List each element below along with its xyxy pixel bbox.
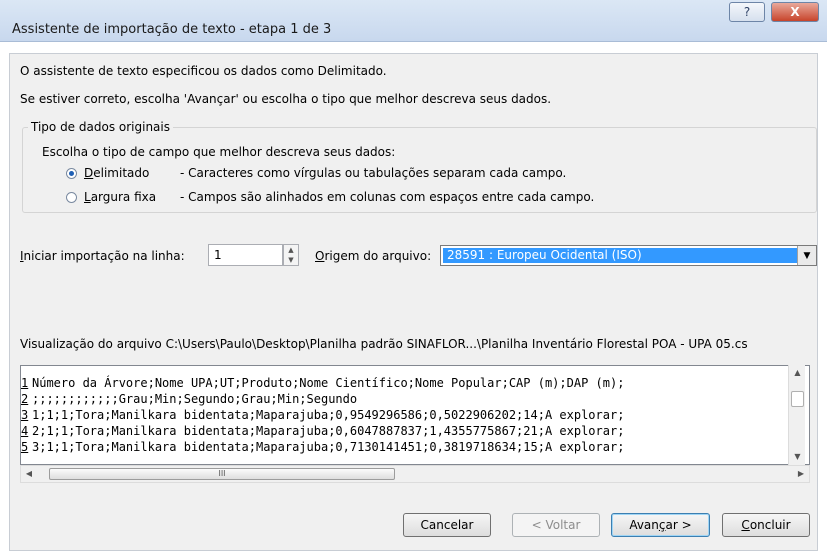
start-row-input[interactable]: 1	[208, 244, 283, 266]
preview-line: 2 ;;;;;;;;;;;;Grau;Min;Segundo;Grau;Min;S…	[21, 391, 357, 407]
preview-line-number: 5	[21, 440, 29, 454]
close-icon: X	[790, 5, 800, 19]
scroll-up-icon[interactable]: ▲	[789, 365, 806, 381]
preview-line: 1 Número da Árvore;Nome UPA;UT;Produto;No…	[21, 375, 624, 391]
start-row-spinner[interactable]: ▲ ▼	[283, 244, 299, 266]
intro-line-1: O assistente de texto especificou os dad…	[20, 64, 387, 78]
preview-line: 5 3;1;1;Tora;Manilkara bidentata;Maparaju…	[21, 439, 624, 455]
file-origin-dropdown-button[interactable]: ▼	[797, 246, 816, 265]
spinner-down-icon[interactable]: ▼	[284, 255, 298, 265]
preview-line-number: 3	[21, 408, 29, 422]
file-origin-label: Origem do arquivo:	[315, 249, 432, 263]
preview-label: Visualização do arquivo C:\Users\Paulo\D…	[20, 337, 748, 351]
preview-line-text: ;;;;;;;;;;;;Grau;Min;Segundo;Grau;Min;Se…	[32, 392, 358, 406]
preview-line-text: 1;1;1;Tora;Manilkara bidentata;Maparajub…	[32, 408, 625, 422]
radio-delimited-description: - Caracteres como vírgulas ou tabulações…	[180, 166, 567, 180]
file-origin-select[interactable]: 28591 : Europeu Ocidental (ISO) ▼	[440, 245, 817, 266]
next-button[interactable]: Avan ç ar >	[611, 513, 710, 537]
preview-horizontal-scrollbar[interactable]: ◀ III ▶	[20, 465, 810, 483]
text-import-wizard-window: Assistente de importação de texto - etap…	[0, 0, 827, 558]
title-bar[interactable]: Assistente de importação de texto - etap…	[0, 0, 827, 42]
spinner-up-icon[interactable]: ▲	[284, 245, 298, 255]
preview-line-number: 4	[21, 424, 29, 438]
radio-fixed-width-label[interactable]: Largura fixa	[84, 190, 180, 204]
preview-line-number: 2	[21, 392, 29, 406]
radio-delimited-indicator[interactable]	[66, 167, 77, 179]
vertical-scroll-thumb[interactable]	[791, 391, 804, 407]
help-icon: ?	[743, 5, 751, 19]
radio-fixed-width-description: - Campos são alinhados em colunas com es…	[180, 190, 595, 204]
radio-fixed-width[interactable]: Largura fixa - Campos são alinhados em c…	[66, 190, 594, 204]
preview-vertical-scrollbar[interactable]: ▲ ▼	[788, 365, 805, 465]
preview-line: 3 1;1;1;Tora;Manilkara bidentata;Maparaju…	[21, 407, 624, 423]
file-preview[interactable]: 1 Número da Árvore;Nome UPA;UT;Produto;No…	[20, 365, 810, 465]
close-button[interactable]: X	[771, 2, 819, 22]
file-origin-value[interactable]: 28591 : Europeu Ocidental (ISO)	[443, 248, 797, 263]
radio-delimited-label[interactable]: Delimitado	[84, 166, 180, 180]
intro-line-2: Se estiver correto, escolha 'Avançar' ou…	[20, 92, 552, 106]
data-type-group-label: Tipo de dados originais	[28, 120, 173, 134]
scroll-down-icon[interactable]: ▼	[789, 449, 806, 465]
window-title: Assistente de importação de texto - etap…	[12, 22, 332, 37]
chevron-down-icon: ▼	[803, 250, 811, 261]
scroll-left-icon[interactable]: ◀	[21, 466, 37, 482]
preview-line-text: 2;1;1;Tora;Manilkara bidentata;Maparajub…	[32, 424, 625, 438]
horizontal-scroll-thumb[interactable]: III	[49, 468, 395, 480]
finish-button[interactable]: Concluir	[722, 513, 810, 537]
preview-line-number: 1	[21, 376, 29, 390]
preview-line-text: 3;1;1;Tora;Manilkara bidentata;Maparajub…	[32, 440, 625, 454]
back-button[interactable]: < Voltar	[512, 513, 600, 537]
start-row-label: Iniciar importação na linha:	[20, 249, 185, 263]
preview-line-text: Número da Árvore;Nome UPA;UT;Produto;Nom…	[32, 376, 625, 390]
grip-icon: III	[218, 469, 226, 478]
radio-delimited[interactable]: Delimitado - Caracteres como vírgulas ou…	[66, 166, 566, 180]
preview-line: 4 2;1;1;Tora;Manilkara bidentata;Maparaju…	[21, 423, 624, 439]
cancel-button[interactable]: Cancelar	[403, 513, 491, 537]
radio-fixed-width-indicator[interactable]	[66, 191, 77, 203]
help-button[interactable]: ?	[729, 2, 765, 22]
scroll-right-icon[interactable]: ▶	[793, 466, 809, 482]
data-type-prompt: Escolha o tipo de campo que melhor descr…	[42, 145, 396, 159]
